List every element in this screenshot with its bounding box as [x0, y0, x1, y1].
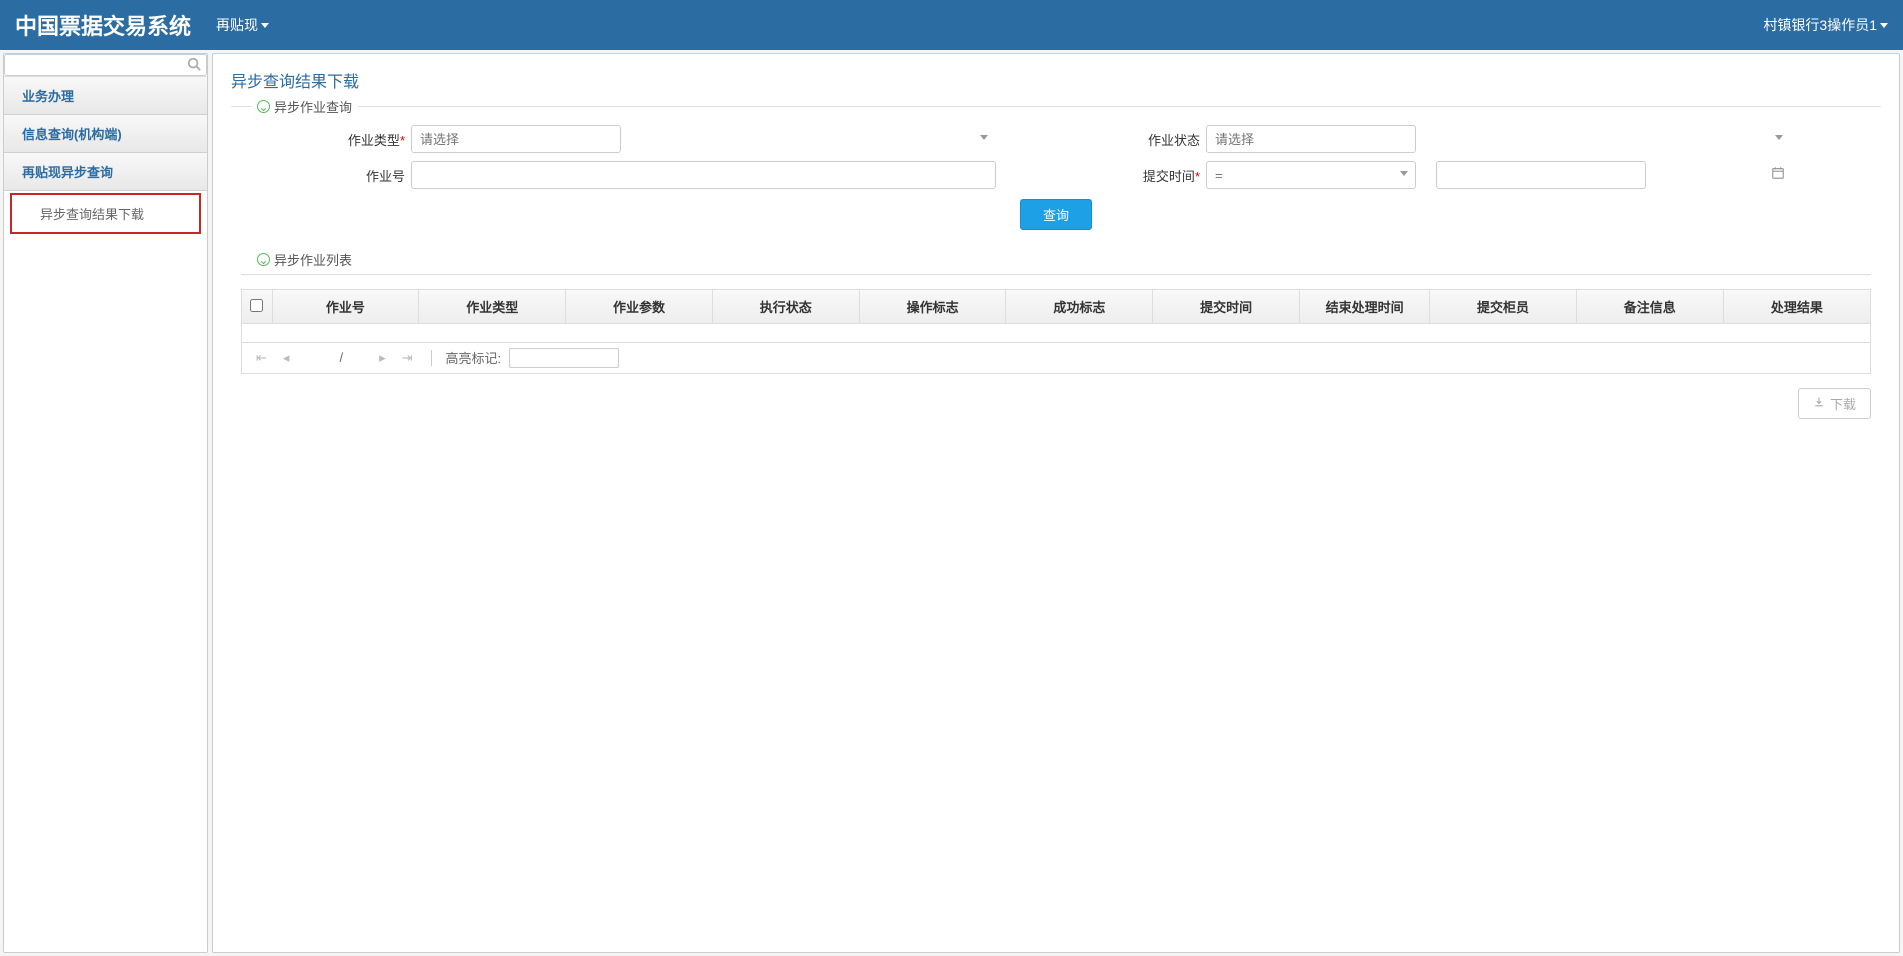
search-input[interactable]: [4, 54, 207, 76]
query-legend[interactable]: ⌄ 异步作业查询: [251, 97, 358, 116]
sidebar: 业务办理 信息查询(机构端) 再贴现异步查询 异步查询结果下载: [3, 53, 208, 953]
select-all-checkbox[interactable]: [250, 299, 263, 312]
page-slash: /: [339, 350, 343, 365]
col-submit-time: 提交时间: [1153, 290, 1300, 324]
download-label: 下载: [1830, 394, 1856, 413]
col-result: 处理结果: [1723, 290, 1870, 324]
download-button[interactable]: 下载: [1798, 388, 1871, 419]
query-legend-label: 异步作业查询: [274, 97, 352, 116]
query-button[interactable]: 查询: [1020, 199, 1092, 230]
pager-divider: [431, 350, 432, 366]
sidebar-item-business[interactable]: 业务办理: [4, 77, 207, 115]
download-icon: [1813, 396, 1825, 411]
highlight-input[interactable]: [509, 348, 619, 368]
page-prev-icon[interactable]: ◂: [279, 350, 294, 366]
col-checkbox[interactable]: [242, 290, 272, 324]
col-job-no: 作业号: [272, 290, 419, 324]
page-title: 异步查询结果下载: [231, 68, 1881, 92]
top-menu-rediscount[interactable]: 再贴现: [216, 15, 269, 35]
page-first-icon[interactable]: ⇤: [252, 350, 271, 366]
pager: ⇤ ◂ / ▸ ⇥ 高亮标记:: [242, 342, 1870, 373]
col-job-params: 作业参数: [566, 290, 713, 324]
chevron-down-icon: [1880, 23, 1888, 28]
list-legend-label: 异步作业列表: [274, 250, 352, 269]
col-exec-status: 执行状态: [712, 290, 859, 324]
collapse-icon: ⌄: [257, 253, 270, 266]
page-next-icon[interactable]: ▸: [375, 350, 390, 366]
col-job-type: 作业类型: [419, 290, 566, 324]
table-header-row: 作业号 作业类型 作业参数 执行状态 操作标志 成功标志 提交时间 结束处理时间…: [242, 290, 1870, 324]
chevron-down-icon: [1775, 135, 1783, 140]
col-end-time: 结束处理时间: [1300, 290, 1430, 324]
list-section: ⌄ 异步作业列表 作业号 作业类型 作业参数 执行状态 操作标志 成功标志: [231, 260, 1881, 419]
table-empty-row: [242, 324, 1870, 342]
user-label: 村镇银行3操作员1: [1763, 15, 1877, 35]
sidebar-search: [4, 54, 207, 77]
col-remark: 备注信息: [1576, 290, 1723, 324]
chevron-down-icon: [980, 135, 988, 140]
calendar-icon: [1771, 166, 1785, 183]
query-section: ⌄ 异步作业查询 作业类型* 作业状态: [231, 106, 1881, 242]
label-submit-time: 提交时间*: [1116, 166, 1206, 185]
main-content: 异步查询结果下载 ⌄ 异步作业查询 作业类型*: [212, 53, 1900, 953]
label-job-no: 作业号: [321, 166, 411, 185]
job-status-select[interactable]: [1206, 125, 1416, 153]
job-table: 作业号 作业类型 作业参数 执行状态 操作标志 成功标志 提交时间 结束处理时间…: [241, 289, 1871, 374]
app-title: 中国票据交易系统: [15, 9, 191, 41]
submit-time-date-input[interactable]: [1436, 161, 1646, 189]
page-current-input[interactable]: [301, 349, 331, 367]
collapse-icon: ⌄: [257, 100, 270, 113]
chevron-down-icon: [261, 23, 269, 28]
top-menu-label: 再贴现: [216, 15, 258, 35]
label-job-status: 作业状态: [1116, 130, 1206, 149]
submit-time-op-select[interactable]: [1206, 161, 1416, 189]
sidebar-item-info-query[interactable]: 信息查询(机构端): [4, 115, 207, 153]
sidebar-item-async-query[interactable]: 再贴现异步查询: [4, 153, 207, 191]
job-type-select[interactable]: [411, 125, 621, 153]
user-menu[interactable]: 村镇银行3操作员1: [1763, 15, 1888, 35]
highlight-label: 高亮标记:: [446, 348, 502, 367]
label-job-type: 作业类型*: [321, 130, 411, 149]
col-op-flag: 操作标志: [859, 290, 1006, 324]
app-header: 中国票据交易系统 再贴现 村镇银行3操作员1: [0, 0, 1903, 50]
list-legend[interactable]: ⌄ 异步作业列表: [251, 250, 358, 269]
col-submit-teller: 提交柜员: [1430, 290, 1577, 324]
page-last-icon[interactable]: ⇥: [398, 350, 417, 366]
job-no-input[interactable]: [411, 161, 996, 189]
col-success-flag: 成功标志: [1006, 290, 1153, 324]
sidebar-subitem-download[interactable]: 异步查询结果下载: [10, 193, 201, 234]
